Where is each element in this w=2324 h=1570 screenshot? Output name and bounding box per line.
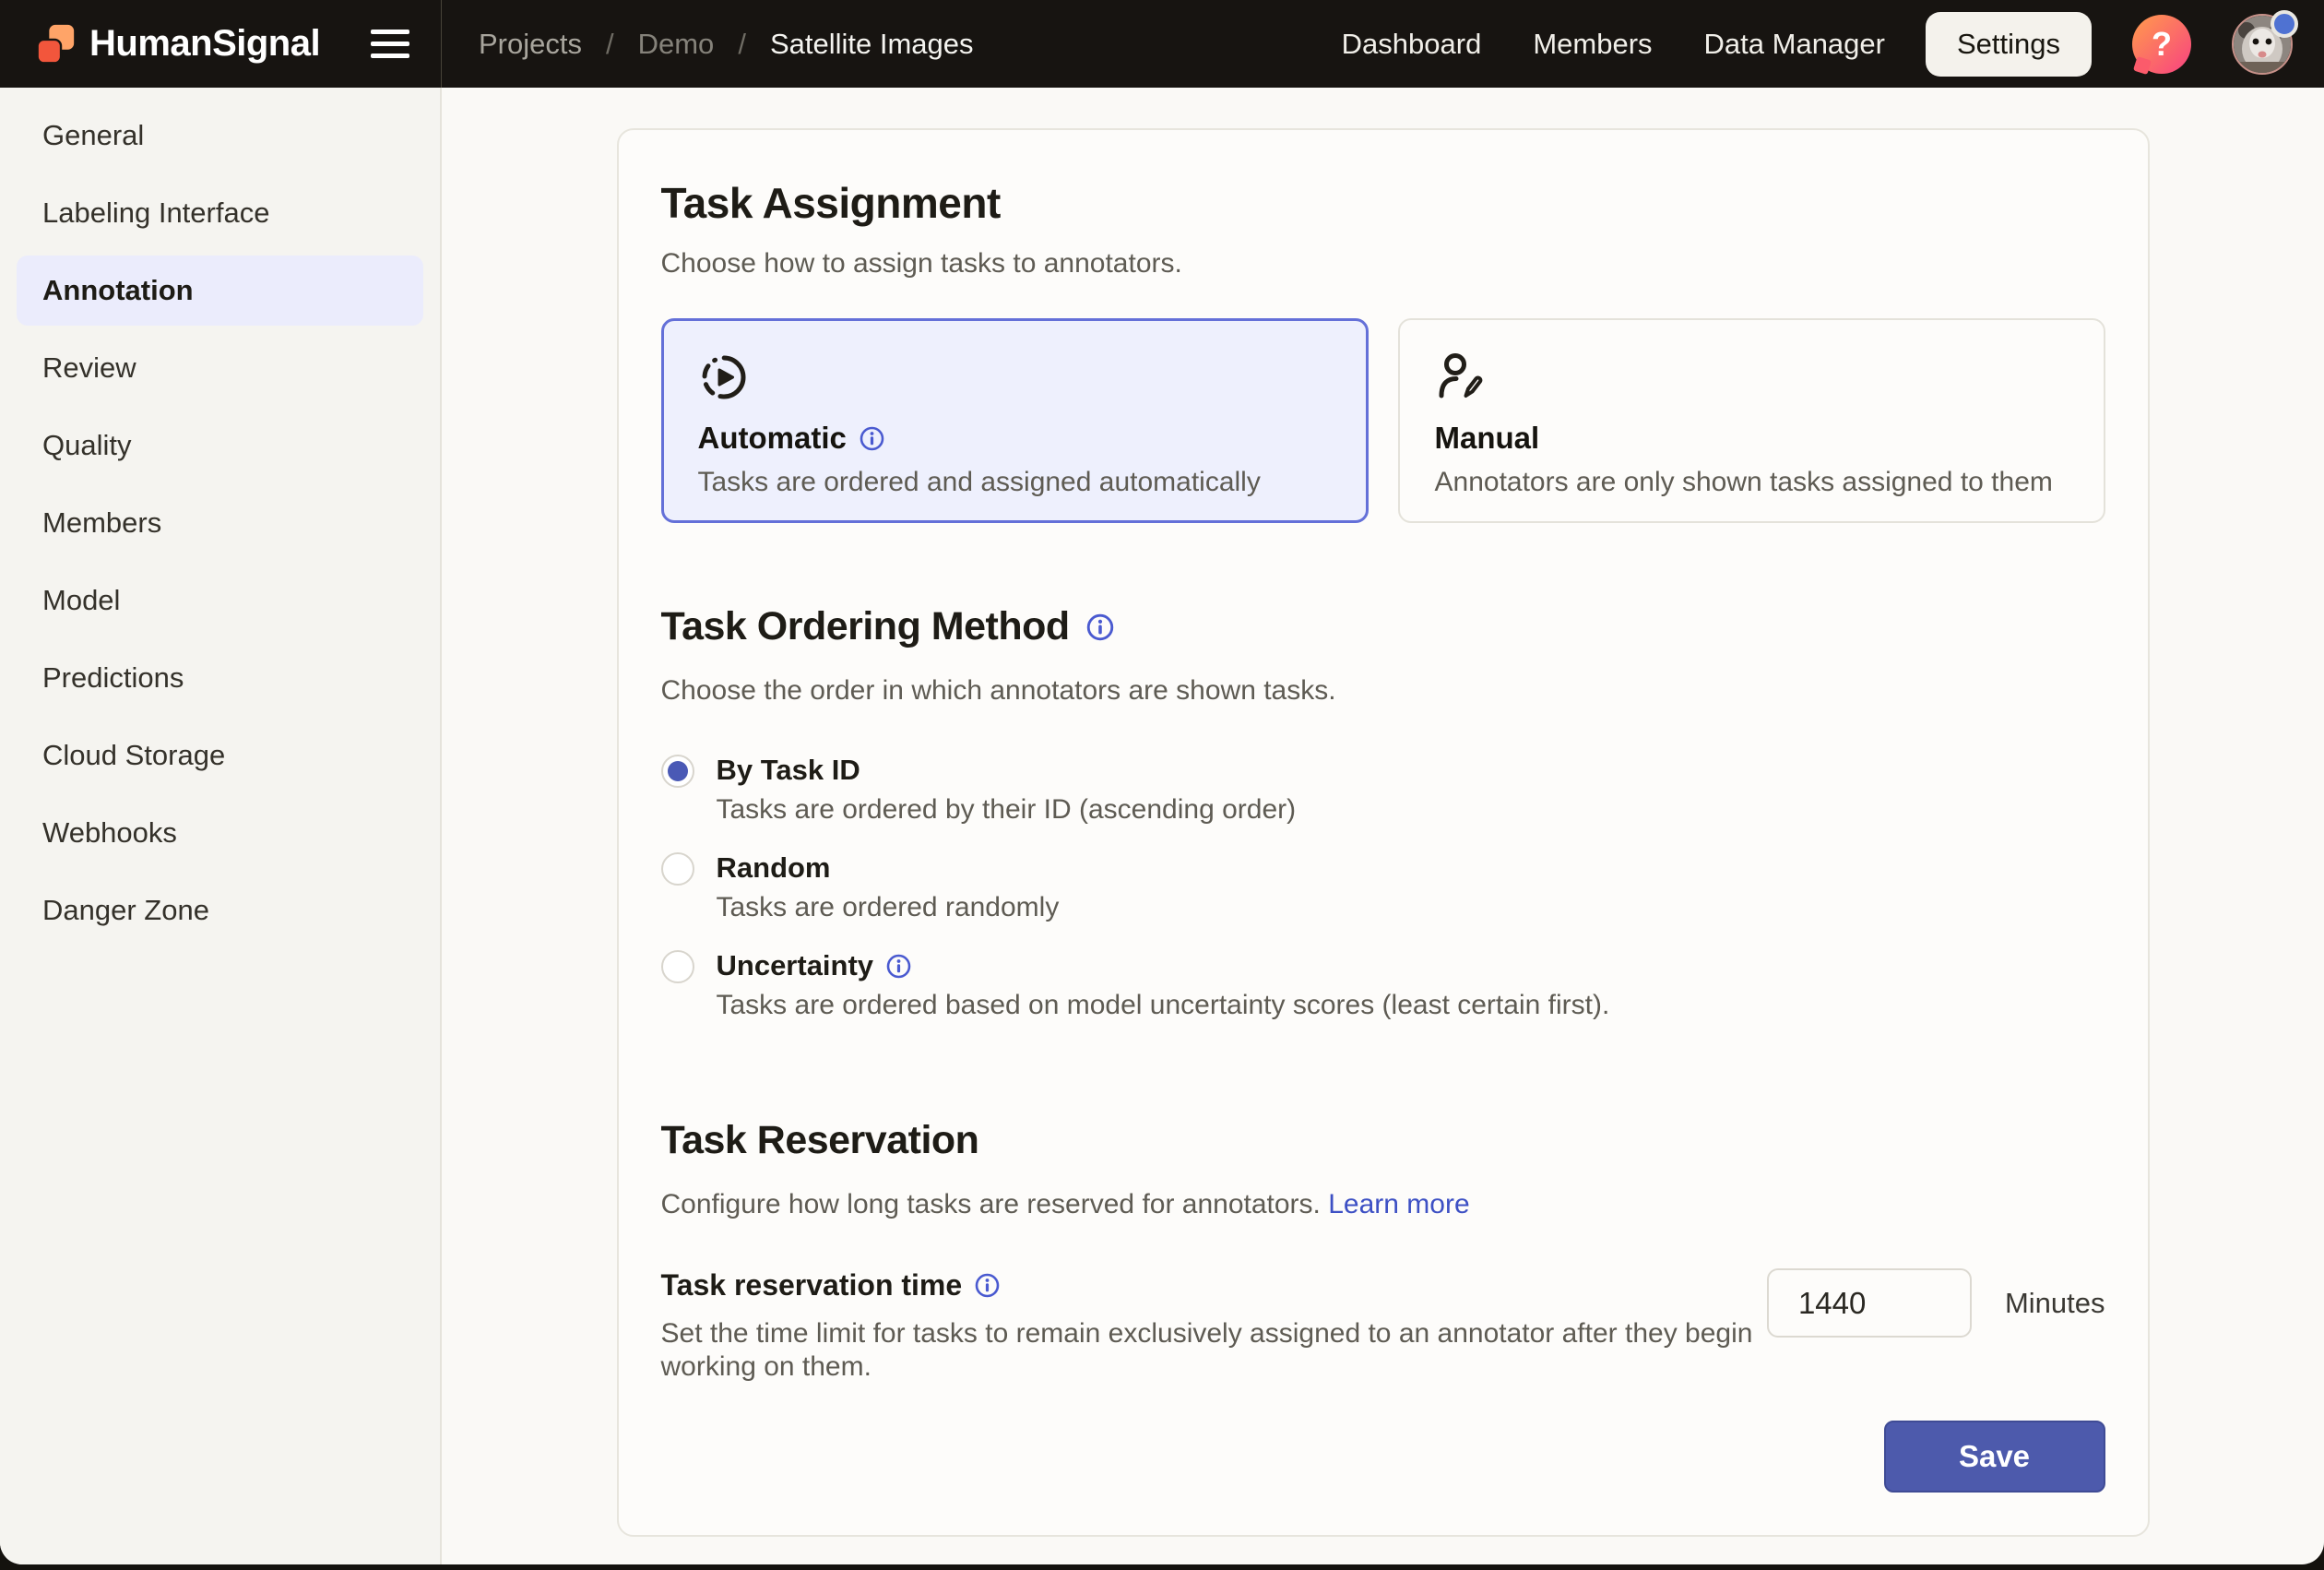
help-icon[interactable]: ? (2132, 15, 2191, 74)
sidebar-item-labeling-interface[interactable]: Labeling Interface (17, 178, 423, 248)
settings-sidebar: General Labeling Interface Annotation Re… (0, 88, 442, 1564)
breadcrumb-projects[interactable]: Projects (479, 28, 582, 61)
reservation-field-info: Task reservation time Set the time limit… (661, 1268, 1759, 1384)
humansignal-logo[interactable]: HumanSignal (35, 23, 320, 65)
task-reservation-subtitle: Configure how long tasks are reserved fo… (661, 1187, 2105, 1222)
minutes-unit-label: Minutes (2005, 1287, 2105, 1320)
user-pen-icon (1435, 351, 1487, 403)
manual-option-description: Annotators are only shown tasks assigned… (1435, 467, 2069, 498)
user-avatar[interactable] (2232, 14, 2293, 75)
reservation-time-label: Task reservation time (661, 1268, 1759, 1302)
radio-option-random[interactable]: Random Tasks are ordered randomly (661, 850, 2105, 924)
assignment-option-manual[interactable]: Manual Annotators are only shown tasks a… (1398, 318, 2105, 523)
breadcrumb-separator: / (606, 28, 614, 61)
topbar-right-section: Dashboard Members Data Manager Settings … (1342, 12, 2324, 77)
top-bar: HumanSignal Projects / Demo / Satellite … (0, 0, 2324, 88)
radio-label: Random (717, 850, 2105, 886)
sidebar-item-annotation[interactable]: Annotation (17, 256, 423, 326)
task-ordering-subtitle: Choose the order in which annotators are… (661, 673, 2105, 708)
info-icon[interactable] (1086, 613, 1114, 641)
sidebar-item-cloud-storage[interactable]: Cloud Storage (17, 720, 423, 791)
ordering-radio-group: By Task ID Tasks are ordered by their ID… (661, 753, 2105, 1022)
radio-button[interactable] (661, 852, 694, 886)
reservation-minutes-input[interactable] (1767, 1268, 1972, 1338)
play-circle-dashed-icon (698, 351, 750, 403)
task-assignment-title: Task Assignment (661, 178, 2105, 228)
learn-more-link[interactable]: Learn more (1328, 1189, 1469, 1219)
task-assignment-subtitle: Choose how to assign tasks to annotators… (661, 246, 2105, 281)
radio-description: Tasks are ordered based on model uncerta… (717, 989, 2105, 1022)
question-mark-glyph: ? (2152, 25, 2172, 64)
info-icon[interactable] (886, 954, 911, 979)
sidebar-item-review[interactable]: Review (17, 333, 423, 403)
logo-text: HumanSignal (89, 23, 320, 65)
annotation-settings-card: Task Assignment Choose how to assign tas… (617, 128, 2150, 1537)
nav-dashboard[interactable]: Dashboard (1342, 28, 1482, 61)
automatic-option-title: Automatic (698, 421, 1332, 456)
reservation-time-description: Set the time limit for tasks to remain e… (661, 1317, 1759, 1384)
task-reservation-title: Task Reservation (661, 1118, 2105, 1163)
assignment-option-automatic[interactable]: Automatic Tasks are ordered and assigned… (661, 318, 1369, 523)
hamburger-menu-icon[interactable] (371, 24, 409, 64)
radio-label: Uncertainty (717, 948, 2105, 983)
sidebar-item-quality[interactable]: Quality (17, 410, 423, 481)
reservation-time-control: Minutes (1767, 1268, 2105, 1338)
nav-settings-active[interactable]: Settings (1926, 12, 2092, 77)
sidebar-item-general[interactable]: General (17, 101, 423, 171)
save-row: Save (661, 1421, 2105, 1493)
automatic-option-description: Tasks are ordered and assigned automatic… (698, 467, 1332, 498)
sidebar-item-predictions[interactable]: Predictions (17, 643, 423, 713)
radio-option-uncertainty[interactable]: Uncertainty Tasks are ordered based on m… (661, 948, 2105, 1022)
humansignal-logo-icon (35, 23, 77, 65)
radio-button[interactable] (661, 755, 694, 788)
save-button[interactable]: Save (1884, 1421, 2105, 1493)
manual-option-title: Manual (1435, 421, 2069, 456)
info-icon[interactable] (860, 426, 884, 451)
sidebar-item-members[interactable]: Members (17, 488, 423, 558)
reservation-time-field-row: Task reservation time Set the time limit… (661, 1268, 2105, 1384)
topbar-left-section: HumanSignal (0, 0, 442, 88)
nav-members[interactable]: Members (1533, 28, 1652, 61)
sidebar-item-webhooks[interactable]: Webhooks (17, 798, 423, 868)
radio-description: Tasks are ordered randomly (717, 891, 2105, 924)
radio-button[interactable] (661, 950, 694, 983)
top-nav: Dashboard Members Data Manager (1342, 28, 1885, 61)
info-icon[interactable] (975, 1273, 1000, 1298)
breadcrumb-current-page: Satellite Images (770, 28, 974, 61)
breadcrumb: Projects / Demo / Satellite Images (442, 28, 974, 61)
sidebar-item-model[interactable]: Model (17, 565, 423, 636)
app-window: HumanSignal Projects / Demo / Satellite … (0, 0, 2324, 1564)
radio-option-by-task-id[interactable]: By Task ID Tasks are ordered by their ID… (661, 753, 2105, 827)
sidebar-item-danger-zone[interactable]: Danger Zone (17, 875, 423, 946)
breadcrumb-separator: / (738, 28, 746, 61)
main-content: Task Assignment Choose how to assign tas… (442, 88, 2324, 1564)
assignment-option-cards: Automatic Tasks are ordered and assigned… (661, 318, 2105, 523)
breadcrumb-demo[interactable]: Demo (638, 28, 715, 61)
radio-label: By Task ID (717, 753, 2105, 788)
radio-description: Tasks are ordered by their ID (ascending… (717, 793, 2105, 827)
notification-badge (2271, 10, 2298, 38)
task-ordering-title: Task Ordering Method (661, 604, 2105, 649)
nav-data-manager[interactable]: Data Manager (1704, 28, 1885, 61)
